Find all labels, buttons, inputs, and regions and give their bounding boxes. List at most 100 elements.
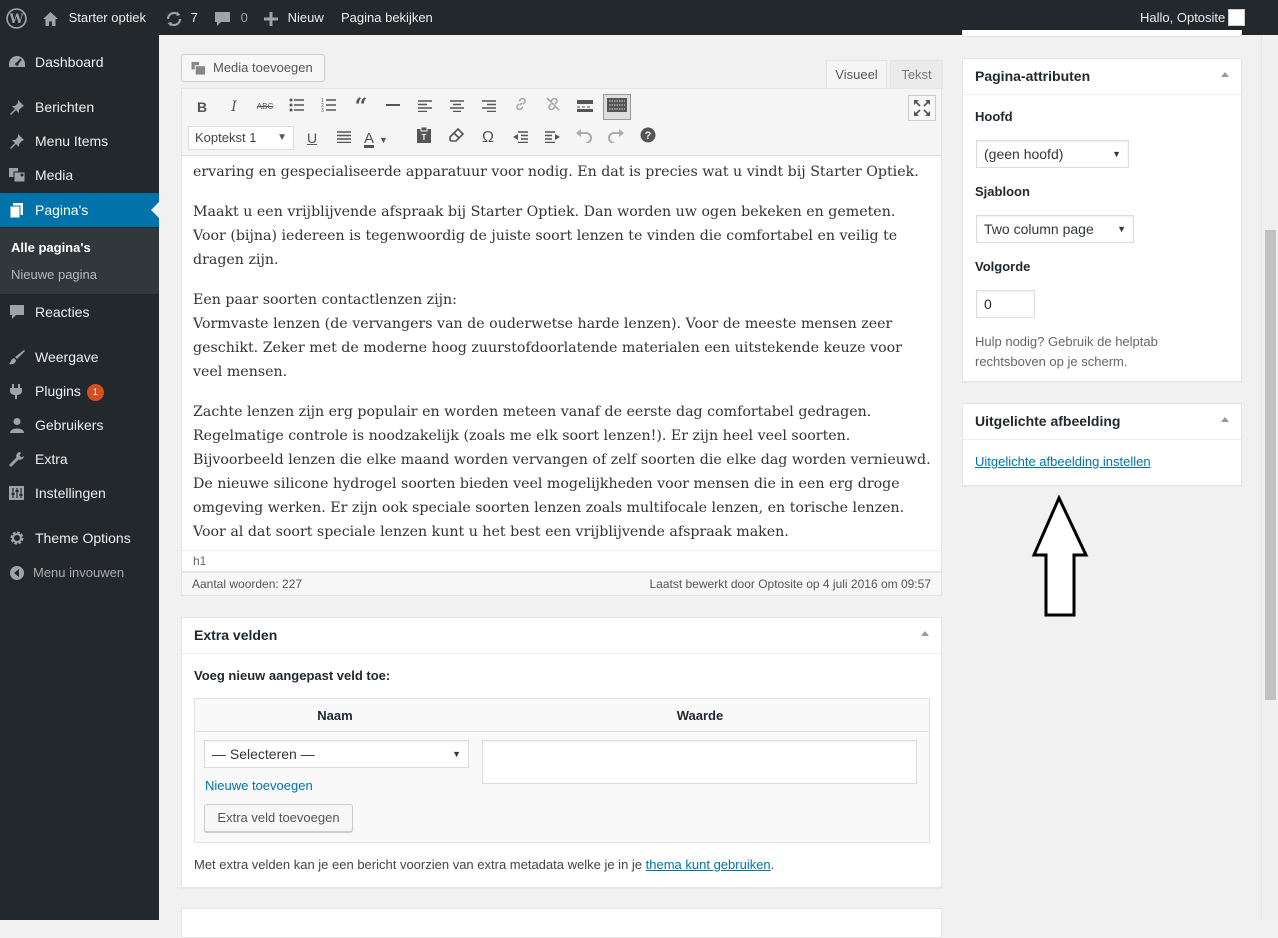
page-scrollbar[interactable]	[1261, 35, 1278, 920]
template-label: Sjabloon	[975, 184, 1030, 199]
word-count: Aantal woorden: 227	[192, 577, 303, 591]
custom-fields-note: Met extra velden kan je een bericht voor…	[194, 857, 774, 872]
strikethrough-icon[interactable]: ABC	[253, 95, 277, 119]
parent-select[interactable]: (geen hoofd) ▼	[976, 140, 1129, 168]
updates-link[interactable]: 7	[165, 0, 198, 35]
menu-item-comments[interactable]: Reacties	[0, 295, 159, 329]
distraction-free-button[interactable]	[908, 95, 936, 121]
new-content-link[interactable]: Nieuw	[264, 0, 324, 35]
set-featured-image-link[interactable]: Uitgelichte afbeelding instellen	[975, 454, 1151, 469]
custom-field-table: Naam Waarde — Selecteren — ▼ Nieuwe toev…	[194, 698, 930, 843]
collapse-toggle-icon[interactable]	[921, 631, 929, 636]
submenu-new-page[interactable]: Nieuwe pagina	[11, 267, 97, 282]
indent-icon[interactable]	[540, 126, 564, 150]
read-more-icon[interactable]	[573, 95, 597, 119]
align-center-icon[interactable]	[445, 95, 469, 119]
order-input[interactable]: 0	[976, 290, 1035, 318]
paragraph: Een paar soorten contactlenzen zijn: Vorm…	[193, 288, 931, 384]
horizontal-line-icon[interactable]	[381, 95, 405, 119]
menu-label-users: Gebruikers	[35, 417, 104, 433]
collapse-toggle-icon[interactable]	[1221, 417, 1229, 422]
text-color-icon[interactable]: A ▼	[364, 126, 400, 150]
menu-item-pages[interactable]: Pagina's	[0, 193, 159, 227]
tab-text[interactable]: Tekst	[890, 60, 943, 89]
chevron-down-icon: ▼	[277, 132, 287, 143]
align-left-icon[interactable]	[413, 95, 437, 119]
wordpress-logo-icon[interactable]: W	[6, 0, 27, 35]
add-media-button[interactable]: Media toevoegen	[181, 54, 325, 82]
menu-item-appearance[interactable]: Weergave	[0, 340, 159, 374]
submenu-all-pages[interactable]: Alle pagina's	[11, 240, 91, 255]
fullscreen-icon	[914, 100, 930, 116]
menu-item-users[interactable]: Gebruikers	[0, 408, 159, 442]
add-new-key-link[interactable]: Nieuwe toevoegen	[205, 778, 313, 793]
menu-item-plugins[interactable]: Plugins 1	[0, 374, 159, 408]
menu-label-tools: Extra	[35, 451, 68, 467]
numbered-list-icon[interactable]: 123	[317, 95, 341, 119]
outdent-icon[interactable]	[508, 126, 532, 150]
insert-link-icon[interactable]	[509, 95, 533, 119]
menu-item-settings[interactable]: Instellingen	[0, 476, 159, 510]
scrollbar-thumb[interactable]	[1265, 230, 1276, 700]
blockquote-icon[interactable]: “	[349, 95, 373, 119]
media-icon	[9, 168, 26, 183]
add-custom-field-button[interactable]: Extra veld toevoegen	[204, 804, 353, 832]
bullet-list-icon[interactable]	[285, 95, 309, 119]
user-icon	[10, 418, 24, 433]
editor-content[interactable]: ervaring en gespecialiseerde apparatuur …	[181, 156, 942, 550]
note-text: Met extra velden kan je een bericht voor…	[194, 857, 646, 872]
element-path[interactable]: h1	[181, 550, 942, 572]
parent-select-value: (geen hoofd)	[984, 146, 1064, 162]
meta-value-textarea[interactable]	[482, 740, 917, 784]
custom-fields-header[interactable]: Extra velden	[182, 618, 941, 654]
align-right-icon[interactable]	[477, 95, 501, 119]
site-name-link[interactable]: Starter optiek	[42, 0, 146, 35]
gear-icon	[10, 531, 24, 545]
collapse-menu-button[interactable]: Menu invouwen	[0, 556, 159, 590]
clear-formatting-icon[interactable]	[444, 126, 468, 150]
custom-fields-title: Extra velden	[194, 627, 278, 643]
format-select[interactable]: Koptekst 1 ▼	[188, 126, 294, 150]
toolbar-toggle-icon[interactable]	[603, 94, 631, 120]
justify-icon[interactable]	[332, 126, 356, 150]
meta-key-select[interactable]: — Selecteren — ▼	[204, 740, 469, 768]
menu-item-media[interactable]: Media	[0, 158, 159, 192]
special-character-icon[interactable]: Ω	[476, 126, 500, 150]
menu-item-posts[interactable]: Berichten	[0, 90, 159, 124]
paragraph-text: Een paar soorten contactlenzen zijn:	[193, 292, 457, 308]
redo-icon[interactable]	[604, 126, 628, 150]
settings-sliders-icon	[9, 486, 24, 500]
plugins-update-badge: 1	[86, 384, 104, 401]
tab-visual[interactable]: Visueel	[826, 60, 887, 89]
svg-text:T: T	[422, 133, 427, 142]
help-icon[interactable]: ?	[636, 126, 660, 150]
collapse-toggle-icon[interactable]	[1221, 72, 1229, 77]
refresh-icon	[166, 11, 182, 27]
annotation-arrow-icon	[1031, 495, 1089, 617]
menu-item-dashboard[interactable]: Dashboard	[0, 45, 159, 79]
chevron-down-icon: ▼	[1117, 224, 1126, 234]
comments-link[interactable]: 0	[214, 0, 248, 35]
italic-icon[interactable]: I	[222, 95, 246, 119]
menu-label-media: Media	[35, 167, 74, 183]
menu-item-menu-items[interactable]: Menu Items	[0, 124, 159, 158]
paste-text-icon[interactable]: T	[412, 126, 436, 150]
menu-label-pages: Pagina's	[35, 202, 89, 218]
paragraph: Maakt u een vrijblijvende afspraak bij S…	[193, 200, 931, 272]
view-page-link[interactable]: Pagina bekijken	[341, 0, 433, 35]
bold-icon[interactable]: B	[190, 95, 214, 119]
wrench-icon	[9, 452, 24, 467]
page-attributes-header[interactable]: Pagina-attributen	[963, 59, 1241, 95]
featured-image-header[interactable]: Uitgelichte afbeelding	[963, 404, 1241, 440]
template-select-value: Two column page	[984, 221, 1094, 237]
undo-icon[interactable]	[572, 126, 596, 150]
menu-item-theme-options[interactable]: Theme Options	[0, 521, 159, 555]
underline-icon[interactable]: U	[300, 126, 324, 150]
theme-usage-link[interactable]: thema kunt gebruiken	[646, 857, 771, 872]
remove-link-icon[interactable]	[541, 95, 565, 119]
template-select[interactable]: Two column page ▼	[976, 215, 1134, 243]
menu-item-tools[interactable]: Extra	[0, 442, 159, 476]
home-icon	[43, 11, 58, 26]
parent-label: Hoofd	[975, 109, 1013, 124]
avatar[interactable]	[1228, 9, 1245, 26]
